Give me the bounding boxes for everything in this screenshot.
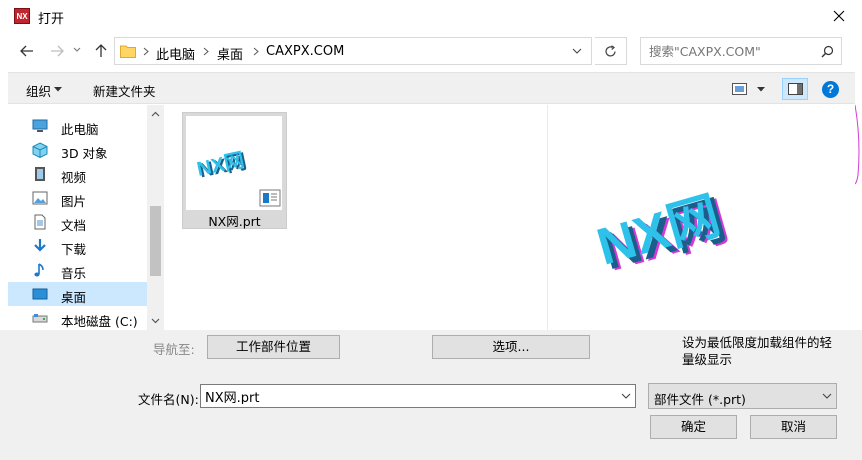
chevron-down-icon bbox=[822, 393, 832, 399]
picture-icon bbox=[32, 191, 48, 205]
sidebar-item-videos[interactable]: 视频 bbox=[8, 162, 148, 186]
filetype-value: 部件文件 (*.prt) bbox=[654, 392, 746, 407]
download-icon bbox=[34, 239, 46, 252]
sidebar-item-label: 文档 bbox=[61, 218, 87, 233]
navigation-pane: 此电脑 3D 对象 视频 图片 文档 下载 音乐 桌面 本地磁盘 (C:) bbox=[8, 105, 164, 330]
change-view-button[interactable] bbox=[732, 82, 766, 96]
breadcrumb-desktop[interactable]: 桌面 bbox=[217, 44, 243, 63]
preview-pane-icon bbox=[788, 83, 803, 95]
scroll-up-icon bbox=[151, 111, 160, 117]
thumbnail-text: NX网 bbox=[195, 149, 246, 180]
breadcrumb-this-pc[interactable]: 此电脑 bbox=[156, 44, 195, 63]
filename-input[interactable] bbox=[205, 388, 605, 404]
sidebar-item-label: 桌面 bbox=[61, 290, 87, 305]
sidebar-item-label: 视频 bbox=[61, 170, 87, 185]
file-thumbnail[interactable]: NX网 NX网 bbox=[186, 116, 282, 210]
music-icon bbox=[34, 263, 44, 277]
up-button[interactable] bbox=[90, 40, 112, 62]
nx-thumbnail-image: NX网 NX网 bbox=[195, 149, 281, 207]
search-box[interactable] bbox=[640, 37, 842, 65]
caret-down-icon bbox=[757, 87, 765, 92]
back-button[interactable] bbox=[16, 40, 38, 62]
arrow-left-icon bbox=[20, 45, 33, 57]
sidebar-item-documents[interactable]: 文档 bbox=[8, 210, 148, 234]
sidebar-item-label: 音乐 bbox=[61, 266, 87, 281]
desktop-icon bbox=[32, 288, 48, 300]
window-title: 打开 bbox=[38, 12, 65, 27]
sidebar-item-desktop[interactable]: 桌面 bbox=[8, 282, 148, 306]
forward-button[interactable] bbox=[46, 40, 68, 62]
sidebar-item-label: 图片 bbox=[61, 194, 87, 209]
refresh-icon bbox=[605, 44, 616, 57]
file-name-label: NX网.prt bbox=[208, 214, 261, 229]
preview-pane-toggle[interactable] bbox=[782, 78, 808, 100]
folder-icon bbox=[120, 45, 136, 58]
chevron-down-icon bbox=[621, 393, 631, 399]
computer-icon bbox=[32, 119, 48, 132]
close-button[interactable] bbox=[826, 4, 852, 28]
nx-app-icon: NX bbox=[14, 8, 30, 24]
drive-icon bbox=[32, 314, 48, 323]
sidebar-item-label: 3D 对象 bbox=[61, 146, 108, 161]
arrow-up-icon bbox=[95, 44, 107, 57]
video-icon bbox=[35, 167, 45, 181]
filename-label: 文件名(N): bbox=[138, 392, 199, 407]
close-icon bbox=[833, 10, 845, 22]
scrollbar-thumb[interactable] bbox=[150, 206, 161, 276]
title-bar bbox=[0, 0, 862, 32]
chevron-right-icon bbox=[253, 47, 259, 56]
organize-menu[interactable]: 组织 bbox=[26, 81, 51, 100]
search-icon bbox=[821, 45, 834, 58]
magenta-edge-line bbox=[855, 104, 860, 185]
chevron-down-icon bbox=[73, 47, 81, 52]
lightweight-display-note: 设为最低限度加载组件的轻量级显示 bbox=[682, 335, 833, 367]
chevron-right-icon bbox=[143, 47, 149, 56]
ok-button[interactable]: 确定 bbox=[650, 415, 737, 439]
preview-pane: NX网 NX网 NX网 bbox=[548, 105, 854, 330]
refresh-button[interactable] bbox=[595, 37, 627, 65]
chevron-right-icon bbox=[203, 47, 209, 56]
cancel-button[interactable]: 取消 bbox=[750, 415, 837, 439]
sidebar-item-label: 本地磁盘 (C:) bbox=[61, 314, 138, 329]
filetype-select[interactable]: 部件文件 (*.prt) bbox=[648, 383, 837, 409]
scroll-down-icon bbox=[151, 318, 160, 324]
sidebar-item-downloads[interactable]: 下载 bbox=[8, 234, 148, 258]
sidebar-item-local-disk-c[interactable]: 本地磁盘 (C:) bbox=[8, 306, 148, 330]
arrow-right-icon bbox=[51, 45, 64, 57]
recent-locations-button[interactable] bbox=[70, 42, 84, 58]
breadcrumb-current-folder[interactable]: CAXPX.COM bbox=[266, 44, 344, 59]
filename-combobox[interactable] bbox=[200, 384, 636, 408]
sidebar-item-label: 此电脑 bbox=[61, 122, 99, 137]
new-folder-button[interactable]: 新建文件夹 bbox=[93, 81, 156, 100]
address-bar[interactable]: 此电脑 桌面 CAXPX.COM bbox=[114, 37, 592, 65]
navigate-to-label: 导航至: bbox=[153, 342, 195, 357]
help-icon[interactable]: ? bbox=[822, 81, 839, 98]
view-icon bbox=[732, 83, 747, 95]
sidebar-item-3d-objects[interactable]: 3D 对象 bbox=[8, 138, 148, 162]
options-button[interactable]: 选项... bbox=[432, 335, 590, 359]
caret-down-icon bbox=[54, 87, 62, 92]
cube-3d-icon bbox=[32, 142, 48, 158]
search-input[interactable] bbox=[649, 43, 817, 59]
sidebar-item-label: 下载 bbox=[61, 242, 87, 257]
preview-image: NX网 NX网 NX网 bbox=[591, 187, 734, 283]
sidebar-item-this-pc[interactable]: 此电脑 bbox=[8, 114, 148, 138]
work-part-location-button[interactable]: 工作部件位置 bbox=[207, 335, 340, 359]
address-dropdown-icon bbox=[572, 48, 582, 54]
sidebar-item-music[interactable]: 音乐 bbox=[8, 258, 148, 282]
document-icon bbox=[34, 214, 46, 230]
sidebar-item-pictures[interactable]: 图片 bbox=[8, 186, 148, 210]
